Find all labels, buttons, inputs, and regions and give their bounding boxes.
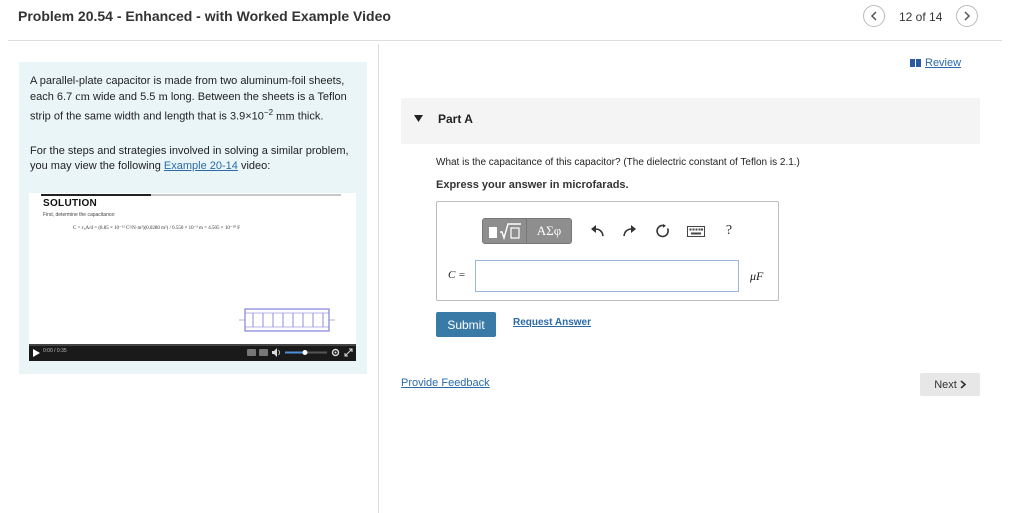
book-icon: [910, 59, 921, 67]
help-button[interactable]: ?: [719, 221, 739, 241]
problem-statement: A parallel-plate capacitor is made from …: [30, 74, 355, 125]
next-button[interactable]: Next: [920, 373, 980, 396]
next-problem-button[interactable]: [956, 5, 978, 27]
part-a-header[interactable]: Part A: [401, 98, 980, 144]
volume-slider[interactable]: [285, 349, 327, 356]
unit-cm: cm: [75, 89, 90, 103]
unit-label: μF: [750, 269, 764, 283]
greek-symbols-button[interactable]: ΑΣφ: [527, 218, 572, 244]
video-caption: First, determine the capacitance:: [43, 212, 116, 218]
exponent: −2: [263, 108, 274, 117]
redo-icon: [623, 225, 636, 237]
unit-m: m: [158, 89, 168, 103]
unit-mm: mm: [273, 108, 295, 123]
gear-icon[interactable]: [331, 348, 340, 357]
chevron-right-icon: [960, 380, 966, 389]
math-toolbar: ΑΣφ ?: [482, 218, 739, 244]
strategy-text: video:: [237, 160, 271, 172]
caret-down-icon[interactable]: [414, 115, 423, 122]
part-a-label: Part A: [438, 112, 473, 126]
video-time: 0:00 / 0:35: [43, 348, 67, 354]
answer-box: ΑΣφ ? C = μF: [436, 201, 779, 301]
keyboard-icon: [687, 225, 705, 237]
answer-input[interactable]: [475, 260, 739, 292]
page-title: Problem 20.54 - Enhanced - with Worked E…: [18, 8, 391, 24]
strategy-note: For the steps and strategies involved in…: [30, 144, 355, 174]
captions-icon[interactable]: [247, 349, 269, 356]
next-label: Next: [934, 378, 957, 391]
review-link[interactable]: Review: [910, 57, 961, 69]
templates-button[interactable]: [482, 218, 527, 244]
problem-text: wide and 5.5: [89, 91, 159, 103]
review-label[interactable]: Review: [925, 57, 961, 69]
undo-button[interactable]: [587, 221, 607, 241]
capacitor-diagram: [239, 308, 335, 332]
variable-label: C =: [448, 269, 466, 281]
chevron-left-icon: [870, 11, 877, 21]
video-solution-label: SOLUTION: [43, 198, 98, 209]
volume-icon[interactable]: [272, 348, 281, 357]
keyboard-button[interactable]: [686, 221, 706, 241]
reset-icon: [656, 224, 669, 238]
undo-icon: [591, 225, 604, 237]
example-video-link[interactable]: Example 20-14: [164, 160, 238, 172]
question-text: What is the capacitance of this capacito…: [436, 157, 800, 168]
column-divider: [378, 44, 379, 513]
video-formula: C = ε₀A/d = (8.85 × 10⁻¹² C²/N·m²)(0.028…: [73, 226, 241, 231]
submit-button[interactable]: Submit: [436, 312, 496, 337]
page-counter: 12 of 14: [899, 10, 943, 24]
play-icon[interactable]: [33, 349, 40, 357]
worked-example-video[interactable]: SOLUTION First, determine the capacitanc…: [29, 193, 356, 361]
previous-problem-button[interactable]: [863, 5, 885, 27]
video-progress-bar[interactable]: [29, 344, 356, 346]
answer-instruction: Express your answer in microfarads.: [436, 179, 629, 191]
problem-text: thick.: [294, 110, 324, 123]
fullscreen-icon[interactable]: [344, 348, 353, 357]
provide-feedback-link[interactable]: Provide Feedback: [401, 377, 490, 389]
reset-button[interactable]: [653, 221, 673, 241]
templates-icon: [488, 223, 521, 240]
redo-button[interactable]: [620, 221, 640, 241]
header-divider: [8, 40, 1002, 41]
video-controls: 0:00 / 0:35: [29, 344, 356, 361]
chevron-right-icon: [964, 11, 971, 21]
request-answer-link[interactable]: Request Answer: [513, 317, 591, 328]
